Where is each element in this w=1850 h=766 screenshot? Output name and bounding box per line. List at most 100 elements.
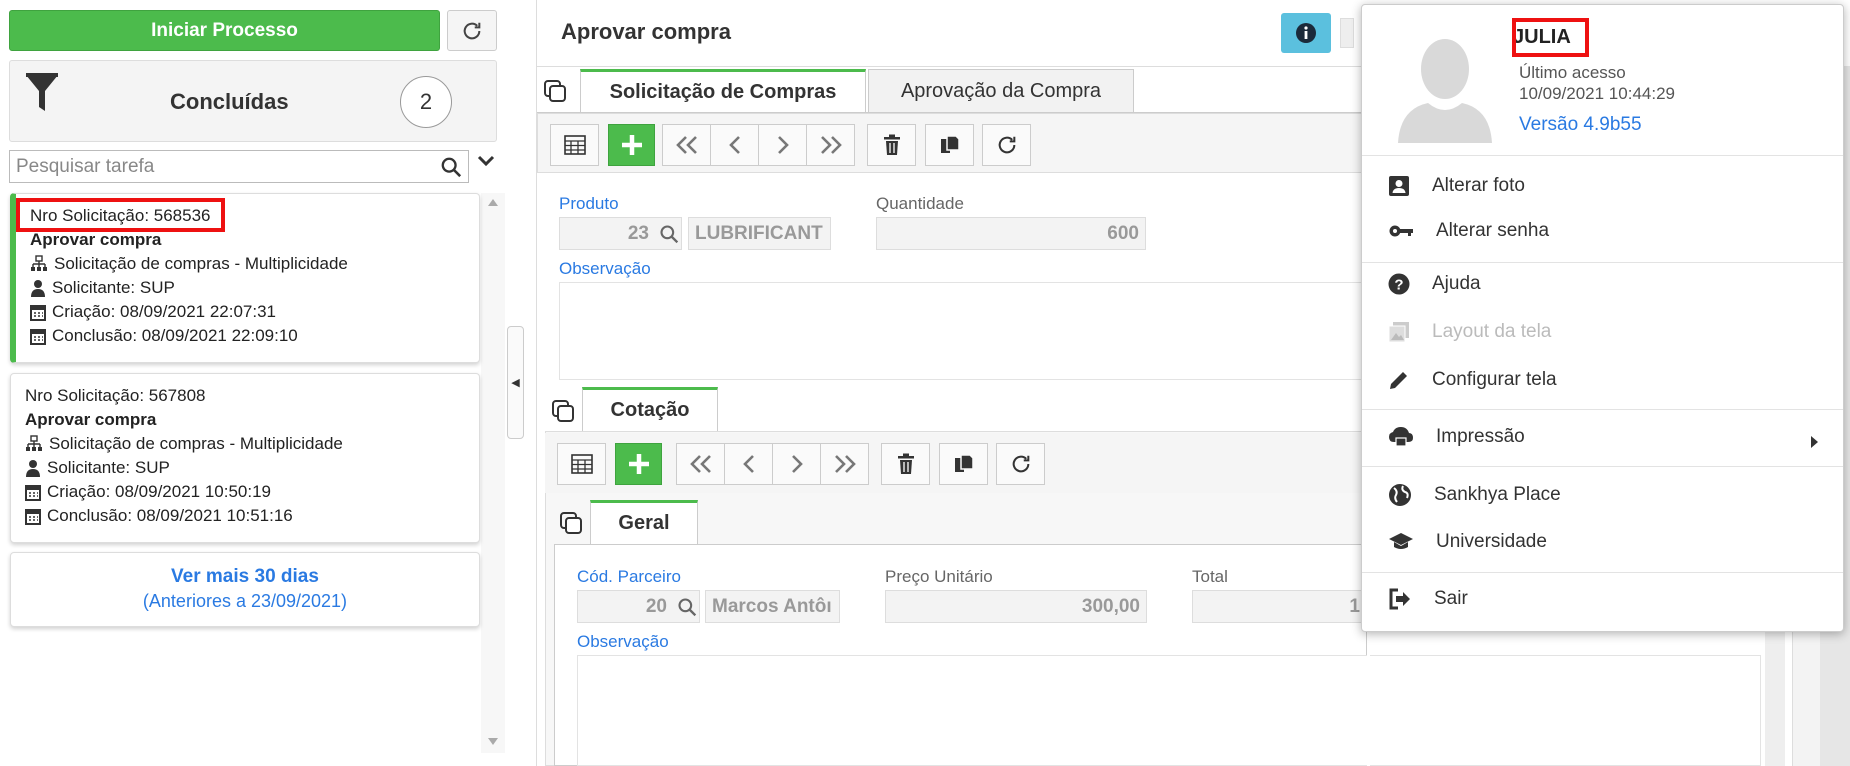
globe-icon	[1389, 484, 1411, 506]
menu-item-universidade[interactable]: Universidade	[1388, 531, 1547, 553]
last-access-label: Último acesso	[1519, 63, 1626, 82]
refresh-button[interactable]	[447, 10, 497, 51]
tab-geral[interactable]: Geral	[590, 500, 698, 544]
chevron-down-icon[interactable]	[477, 152, 495, 170]
filter-box[interactable]: Concluídas 2	[9, 60, 497, 142]
sitemap-icon	[31, 255, 47, 271]
menu-separator	[1362, 262, 1843, 263]
menu-item-sankhya-place[interactable]: Sankhya Place	[1388, 483, 1561, 507]
task-request-number: Nro Solicitação: 567808	[25, 386, 206, 405]
toolbar-solicitacao	[537, 113, 1367, 173]
task-completed-row: Conclusão: 08/09/2021 10:51:16	[25, 506, 293, 526]
avatar-placeholder-icon	[1398, 39, 1492, 143]
filter-count-badge: 2	[400, 76, 452, 128]
key-icon	[1389, 225, 1413, 237]
menu-separator	[1362, 572, 1843, 573]
info-button[interactable]	[1281, 13, 1331, 53]
copy-icon[interactable]	[551, 399, 575, 423]
tab-aprovacao-compra[interactable]: Aprovação da Compra	[868, 69, 1134, 113]
delete-button[interactable]	[867, 124, 916, 166]
menu-item-alterar-foto[interactable]: Alterar foto	[1388, 175, 1525, 197]
plus-icon	[621, 135, 642, 155]
photo-library-icon	[1388, 322, 1409, 343]
more-days-button[interactable]: Ver mais 30 dias (Anteriores a 23/09/202…	[10, 552, 480, 627]
plus-icon	[628, 454, 649, 474]
chevron-left-icon	[742, 455, 754, 473]
copy-documents-icon	[940, 135, 960, 153]
refresh-records-button[interactable]	[996, 443, 1045, 485]
task-card[interactable]: Nro Solicitação: 567808 Aprovar compra S…	[10, 373, 480, 543]
more-link[interactable]: Ver mais 30 dias	[11, 566, 479, 588]
search-icon[interactable]	[659, 224, 679, 244]
menu-item-alterar-senha[interactable]: Alterar senha	[1388, 220, 1549, 242]
last-record-button[interactable]	[820, 443, 869, 485]
chart-button[interactable]	[1340, 18, 1354, 48]
observacao-label: Observação	[559, 259, 651, 278]
menu-label: Sair	[1434, 588, 1468, 609]
refresh-records-button[interactable]	[982, 124, 1031, 166]
quantidade-field[interactable]: 600	[876, 217, 1146, 250]
first-record-button[interactable]	[662, 124, 711, 166]
quantidade-label: Quantidade	[876, 194, 964, 213]
next-record-button[interactable]	[758, 124, 807, 166]
copy-icon[interactable]	[543, 79, 567, 103]
collapse-panel-handle[interactable]: ◀	[507, 326, 524, 439]
task-requester: Solicitante: SUP	[47, 458, 170, 477]
scroll-down-icon[interactable]	[487, 737, 499, 747]
grid-view-button[interactable]	[557, 443, 606, 485]
menu-item-configurar-tela[interactable]: Configurar tela	[1388, 369, 1557, 391]
delete-button[interactable]	[881, 443, 930, 485]
grid-view-button[interactable]	[550, 124, 599, 166]
calendar-icon	[30, 305, 46, 321]
chevron-right-icon	[791, 455, 803, 473]
copy-documents-icon	[954, 454, 974, 472]
pencil-icon	[1390, 372, 1407, 389]
scroll-up-icon[interactable]	[487, 197, 499, 207]
menu-item-ajuda[interactable]: ? Ajuda	[1388, 273, 1481, 295]
copy-icon[interactable]	[559, 511, 583, 535]
search-icon[interactable]	[677, 597, 697, 617]
duplicate-button[interactable]	[925, 124, 974, 166]
logout-icon	[1389, 588, 1410, 610]
start-process-button[interactable]: Iniciar Processo	[9, 10, 440, 51]
search-task-input[interactable]: Pesquisar tarefa	[9, 150, 469, 183]
task-requester-row: Solicitante: SUP	[25, 458, 170, 478]
menu-item-impressao[interactable]: Impressão	[1388, 426, 1525, 448]
total-label: Total	[1192, 567, 1228, 586]
duplicate-button[interactable]	[939, 443, 988, 485]
tab-solicitacao-compras[interactable]: Solicitação de Compras	[580, 69, 866, 113]
chevron-right-icon	[777, 136, 789, 154]
highlight-box	[1512, 18, 1589, 57]
task-list-scrollbar[interactable]	[481, 193, 505, 753]
task-title: Aprovar compra	[25, 410, 157, 429]
previous-record-button[interactable]	[724, 443, 773, 485]
previous-record-button[interactable]	[710, 124, 759, 166]
filter-icon	[26, 73, 58, 111]
add-button[interactable]	[608, 124, 655, 166]
refresh-icon	[463, 22, 481, 39]
next-record-button[interactable]	[772, 443, 821, 485]
info-icon	[1296, 23, 1316, 43]
observacao2-textarea[interactable]	[577, 655, 1761, 766]
total-field[interactable]: 1	[1192, 590, 1367, 623]
observacao-textarea[interactable]	[559, 282, 1367, 380]
menu-label: Ajuda	[1432, 273, 1481, 294]
menu-item-sair[interactable]: Sair	[1388, 588, 1468, 610]
task-created: Criação: 08/09/2021 10:50:19	[47, 482, 272, 501]
menu-label: Impressão	[1436, 426, 1525, 447]
last-record-button[interactable]	[806, 124, 855, 166]
add-button[interactable]	[615, 443, 662, 485]
first-record-button[interactable]	[676, 443, 725, 485]
parceiro-name-field: Marcos Antôı	[705, 590, 840, 623]
double-chevron-left-icon	[689, 455, 711, 473]
double-chevron-right-icon	[820, 136, 842, 154]
menu-label: Alterar foto	[1432, 175, 1525, 196]
preco-field[interactable]: 300,00	[885, 590, 1147, 623]
version-link[interactable]: Versão 4.9b55	[1519, 114, 1642, 136]
tab-cotacao[interactable]: Cotação	[582, 387, 718, 431]
search-icon[interactable]	[440, 156, 462, 178]
task-process-row: Solicitação de compras - Multiplicidade	[25, 434, 343, 454]
menu-separator	[1362, 409, 1843, 410]
menu-label: Configurar tela	[1432, 369, 1557, 390]
more-sub: (Anteriores a 23/09/2021)	[142, 591, 348, 611]
